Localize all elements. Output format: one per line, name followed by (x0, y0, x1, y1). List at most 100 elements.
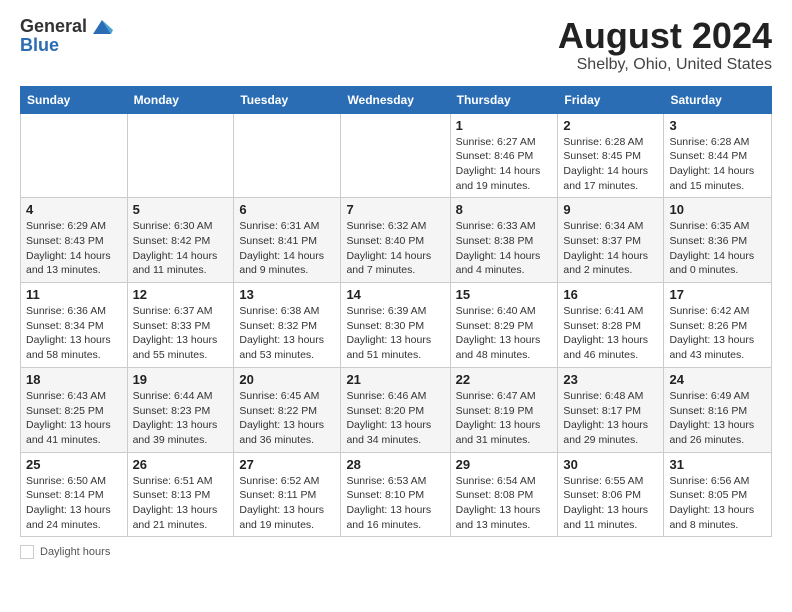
day-info: Sunrise: 6:53 AM Sunset: 8:10 PM Dayligh… (346, 474, 444, 533)
day-number: 29 (456, 457, 553, 472)
calendar-cell: 12Sunrise: 6:37 AM Sunset: 8:33 PM Dayli… (127, 283, 234, 368)
day-number: 14 (346, 287, 444, 302)
day-info: Sunrise: 6:48 AM Sunset: 8:17 PM Dayligh… (563, 389, 658, 448)
day-info: Sunrise: 6:40 AM Sunset: 8:29 PM Dayligh… (456, 304, 553, 363)
weekday-header-thursday: Thursday (450, 86, 558, 113)
calendar-cell: 31Sunrise: 6:56 AM Sunset: 8:05 PM Dayli… (664, 452, 772, 537)
day-info: Sunrise: 6:44 AM Sunset: 8:23 PM Dayligh… (133, 389, 229, 448)
page-header: General Blue August 2024 Shelby, Ohio, U… (20, 16, 772, 74)
calendar-cell: 22 Sunrise: 6:47 AM Sunset: 8:19 PM Dayli… (450, 367, 558, 452)
calendar-cell: 1 Sunrise: 6:27 AM Sunset: 8:46 PM Daylig… (450, 113, 558, 198)
calendar-cell: 16 Sunrise: 6:41 AM Sunset: 8:28 PM Dayli… (558, 283, 664, 368)
calendar-cell: 11 Sunrise: 6:36 AM Sunset: 8:34 PM Dayli… (21, 283, 128, 368)
weekday-header-saturday: Saturday (664, 86, 772, 113)
day-info: Sunrise: 6:55 AM Sunset: 8:06 PM Dayligh… (563, 474, 658, 533)
day-info: Sunrise: 6:37 AM Sunset: 8:33 PM Dayligh… (133, 304, 229, 363)
day-number: 21 (346, 372, 444, 387)
day-info: Sunrise: 6:45 AM Sunset: 8:22 PM Dayligh… (239, 389, 335, 448)
calendar-title: August 2024 (558, 16, 772, 56)
calendar-cell: 8Sunrise: 6:33 AM Sunset: 8:38 PM Daylig… (450, 198, 558, 283)
day-number: 28 (346, 457, 444, 472)
day-number: 24 (669, 372, 766, 387)
calendar-cell: 19Sunrise: 6:44 AM Sunset: 8:23 PM Dayli… (127, 367, 234, 452)
day-number: 11 (26, 287, 122, 302)
calendar-cell: 14 Sunrise: 6:39 AM Sunset: 8:30 PM Dayli… (341, 283, 450, 368)
calendar-cell: 27 Sunrise: 6:52 AM Sunset: 8:11 PM Dayli… (234, 452, 341, 537)
calendar-cell: 23 Sunrise: 6:48 AM Sunset: 8:17 PM Dayli… (558, 367, 664, 452)
calendar-cell: 24 Sunrise: 6:49 AM Sunset: 8:16 PM Dayli… (664, 367, 772, 452)
calendar-cell: 4Sunrise: 6:29 AM Sunset: 8:43 PM Daylig… (21, 198, 128, 283)
calendar-cell: 6 Sunrise: 6:31 AM Sunset: 8:41 PM Daylig… (234, 198, 341, 283)
day-number: 5 (133, 202, 229, 217)
calendar-cell: 3Sunrise: 6:28 AM Sunset: 8:44 PM Daylig… (664, 113, 772, 198)
calendar-cell: 28 Sunrise: 6:53 AM Sunset: 8:10 PM Dayli… (341, 452, 450, 537)
calendar-cell: 26 Sunrise: 6:51 AM Sunset: 8:13 PM Dayli… (127, 452, 234, 537)
day-number: 23 (563, 372, 658, 387)
weekday-header-tuesday: Tuesday (234, 86, 341, 113)
day-number: 30 (563, 457, 658, 472)
day-number: 1 (456, 118, 553, 133)
day-info: Sunrise: 6:35 AM Sunset: 8:36 PM Dayligh… (669, 219, 766, 278)
day-number: 20 (239, 372, 335, 387)
weekday-header-wednesday: Wednesday (341, 86, 450, 113)
calendar-cell: 13 Sunrise: 6:38 AM Sunset: 8:32 PM Dayli… (234, 283, 341, 368)
day-info: Sunrise: 6:47 AM Sunset: 8:19 PM Dayligh… (456, 389, 553, 448)
day-info: Sunrise: 6:56 AM Sunset: 8:05 PM Dayligh… (669, 474, 766, 533)
footer-note: Daylight hours (20, 545, 772, 559)
day-info: Sunrise: 6:41 AM Sunset: 8:28 PM Dayligh… (563, 304, 658, 363)
calendar-cell: 20 Sunrise: 6:45 AM Sunset: 8:22 PM Dayli… (234, 367, 341, 452)
logo-blue-text: Blue (20, 35, 59, 55)
day-number: 13 (239, 287, 335, 302)
day-info: Sunrise: 6:51 AM Sunset: 8:13 PM Dayligh… (133, 474, 229, 533)
day-info: Sunrise: 6:54 AM Sunset: 8:08 PM Dayligh… (456, 474, 553, 533)
day-info: Sunrise: 6:30 AM Sunset: 8:42 PM Dayligh… (133, 219, 229, 278)
day-number: 18 (26, 372, 122, 387)
calendar-cell: 15 Sunrise: 6:40 AM Sunset: 8:29 PM Dayli… (450, 283, 558, 368)
calendar-cell: 30 Sunrise: 6:55 AM Sunset: 8:06 PM Dayli… (558, 452, 664, 537)
week-row-3: 11 Sunrise: 6:36 AM Sunset: 8:34 PM Dayli… (21, 283, 772, 368)
weekday-header-sunday: Sunday (21, 86, 128, 113)
day-number: 6 (239, 202, 335, 217)
day-number: 16 (563, 287, 658, 302)
week-row-1: 1 Sunrise: 6:27 AM Sunset: 8:46 PM Daylig… (21, 113, 772, 198)
day-info: Sunrise: 6:32 AM Sunset: 8:40 PM Dayligh… (346, 219, 444, 278)
logo: General Blue (20, 16, 113, 56)
calendar-table: SundayMondayTuesdayWednesdayThursdayFrid… (20, 86, 772, 538)
day-number: 15 (456, 287, 553, 302)
day-number: 25 (26, 457, 122, 472)
day-number: 22 (456, 372, 553, 387)
day-info: Sunrise: 6:27 AM Sunset: 8:46 PM Dayligh… (456, 135, 553, 194)
day-number: 26 (133, 457, 229, 472)
calendar-cell: 9Sunrise: 6:34 AM Sunset: 8:37 PM Daylig… (558, 198, 664, 283)
day-number: 2 (563, 118, 658, 133)
day-info: Sunrise: 6:28 AM Sunset: 8:45 PM Dayligh… (563, 135, 658, 194)
weekday-header-row: SundayMondayTuesdayWednesdayThursdayFrid… (21, 86, 772, 113)
calendar-cell: 18Sunrise: 6:43 AM Sunset: 8:25 PM Dayli… (21, 367, 128, 452)
week-row-2: 4Sunrise: 6:29 AM Sunset: 8:43 PM Daylig… (21, 198, 772, 283)
week-row-5: 25 Sunrise: 6:50 AM Sunset: 8:14 PM Dayli… (21, 452, 772, 537)
day-number: 4 (26, 202, 122, 217)
day-number: 27 (239, 457, 335, 472)
day-number: 7 (346, 202, 444, 217)
calendar-cell: 17Sunrise: 6:42 AM Sunset: 8:26 PM Dayli… (664, 283, 772, 368)
day-info: Sunrise: 6:34 AM Sunset: 8:37 PM Dayligh… (563, 219, 658, 278)
calendar-cell (234, 113, 341, 198)
calendar-cell: 29 Sunrise: 6:54 AM Sunset: 8:08 PM Dayli… (450, 452, 558, 537)
calendar-subtitle: Shelby, Ohio, United States (558, 56, 772, 74)
day-info: Sunrise: 6:38 AM Sunset: 8:32 PM Dayligh… (239, 304, 335, 363)
day-info: Sunrise: 6:52 AM Sunset: 8:11 PM Dayligh… (239, 474, 335, 533)
day-info: Sunrise: 6:28 AM Sunset: 8:44 PM Dayligh… (669, 135, 766, 194)
day-info: Sunrise: 6:36 AM Sunset: 8:34 PM Dayligh… (26, 304, 122, 363)
day-number: 10 (669, 202, 766, 217)
day-info: Sunrise: 6:39 AM Sunset: 8:30 PM Dayligh… (346, 304, 444, 363)
calendar-cell: 21Sunrise: 6:46 AM Sunset: 8:20 PM Dayli… (341, 367, 450, 452)
day-number: 17 (669, 287, 766, 302)
day-info: Sunrise: 6:31 AM Sunset: 8:41 PM Dayligh… (239, 219, 335, 278)
logo-icon (91, 16, 113, 38)
title-area: August 2024 Shelby, Ohio, United States (558, 16, 772, 74)
day-info: Sunrise: 6:50 AM Sunset: 8:14 PM Dayligh… (26, 474, 122, 533)
calendar-cell (127, 113, 234, 198)
calendar-cell: 5 Sunrise: 6:30 AM Sunset: 8:42 PM Daylig… (127, 198, 234, 283)
weekday-header-monday: Monday (127, 86, 234, 113)
day-info: Sunrise: 6:49 AM Sunset: 8:16 PM Dayligh… (669, 389, 766, 448)
